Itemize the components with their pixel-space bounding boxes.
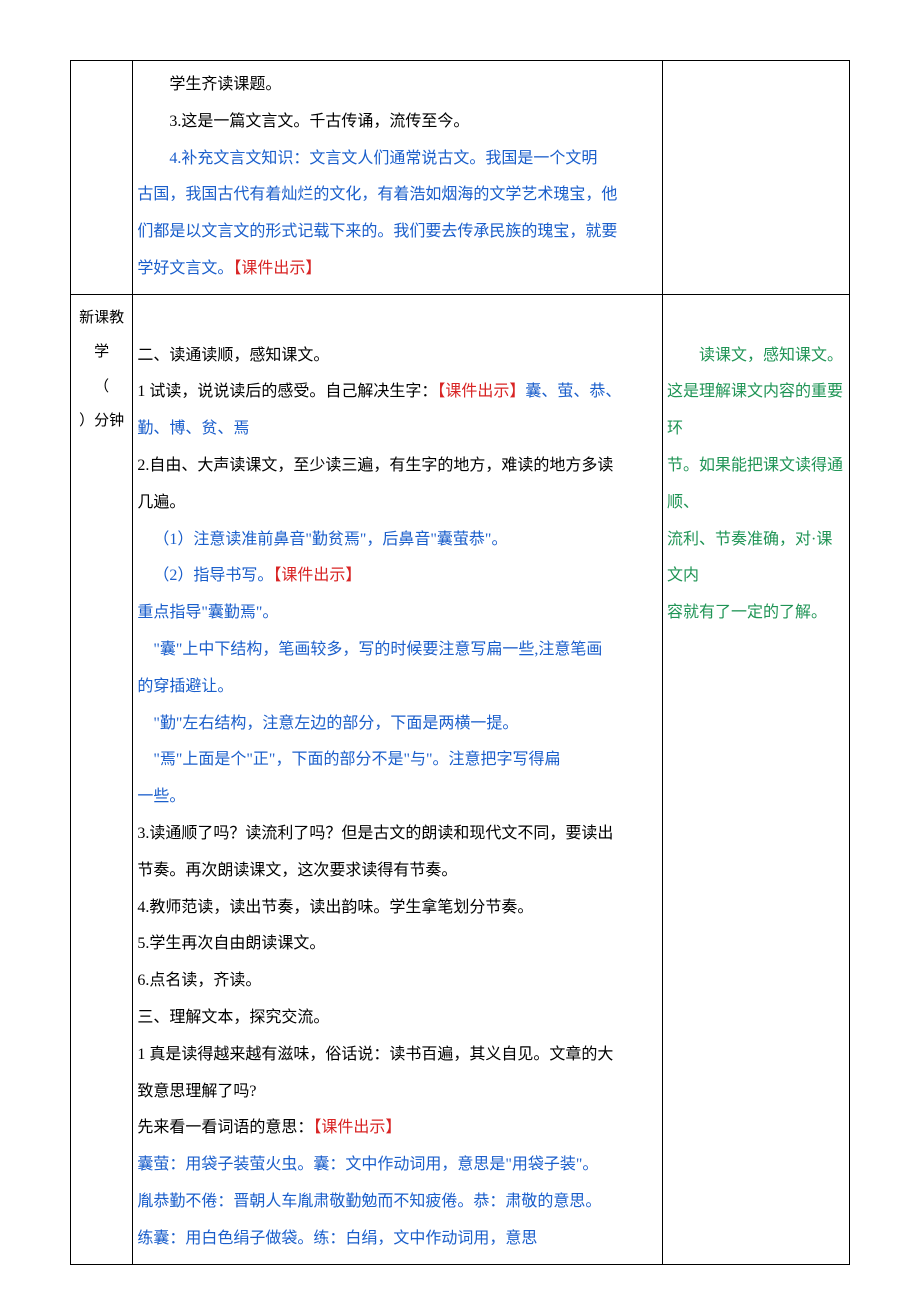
s2-qin: "勤"左右结构，注意左边的部分，下面是两横一提。 [137,706,658,743]
row1-main-cell: 学生齐读课题。 3.这是一篇文言文。千古传诵，流传至今。 4.补充文言文知识：文… [133,61,663,295]
s2-1b: 勤、博、贫、焉 [137,411,658,448]
row1-note-cell [663,61,850,295]
s2-title: 二、读通读顺，感知课文。 [137,338,658,375]
row1-line3d-wrap: 学好文言文。【课件出示】 [137,251,658,288]
s2-5: 5.学生再次自由朗读课文。 [137,926,658,963]
s2-yan-b: 一些。 [137,779,658,816]
row1-tag: 【课件出示】 [233,260,321,277]
row1-line3c: 们都是以文言文的形式记载下来的。我们要去传承民族的瑰宝，就要 [137,214,658,251]
note-n1: 读课文，感知课文。 [667,338,845,375]
s3-w3: 练囊：用白色绢子做袋。练：白绢，文中作动词用，意思 [137,1221,658,1258]
s2-6: 6.点名读，齐读。 [137,963,658,1000]
s2-4: 4.教师范读，读出节奏，读出韵味。学生拿笔划分节奏。 [137,890,658,927]
row1-line1: 学生齐读课题。 [137,67,658,104]
s2-2-p1: （1）注意读准前鼻音"勤贫焉"，后鼻音"囊萤恭"。 [137,522,658,559]
row1-line3b: 古国，我国古代有着灿烂的文化，有着浩如烟海的文学艺术瑰宝，他 [137,177,658,214]
label-line-a: 新课教学 [75,301,128,370]
row2-label-cell: 新课教学 （ ）分钟 [71,294,133,1264]
s2-key: 重点指导"囊勤焉"。 [137,595,658,632]
s3-2a-wrap: 先来看一看词语的意思：【课件出示】 [137,1110,658,1147]
s2-2a: 2.自由、大声读课文，至少读三遍，有生字的地方，难读的地方多读 [137,448,658,485]
s2-1a-end: 囊、萤、恭、 [525,383,621,400]
s2-yan-a: "焉"上面是个"正"，下面的部分不是"与"。注意把字写得扁 [137,742,658,779]
note-n2a: 这是理解课文内容的重要环 [667,374,845,448]
s2-1a: 1 试读，说说读后的感受。自己解决生字： [137,383,437,400]
s3-1a: 1 真是读得越来越有滋味，俗话说：读书百遍，其义自见。文章的大 [137,1037,658,1074]
note-n2c: 流利、节奏准确，对·课文内 [667,522,845,596]
note-n2b: 节。如果能把课文读得通顺、 [667,448,845,522]
s3-2a-tag: 【课件出示】 [313,1119,401,1136]
s3-w2: 胤恭勤不倦：晋朝人车胤肃敬勤勉而不知疲倦。恭：肃敬的意思。 [137,1184,658,1221]
label-line-c: ）分钟 [75,404,128,439]
row-lower: 新课教学 （ ）分钟 二、读通读顺，感知课文。 1 试读，说说读后的感受。自己解… [71,294,850,1264]
label-line-b: （ [75,370,128,405]
s3-2a: 先来看一看词语的意思： [137,1119,313,1136]
s2-2b: 几遍。 [137,485,658,522]
s3-w1: 囊萤：用袋子装萤火虫。囊：文中作动词用，意思是"用袋子装"。 [137,1147,658,1184]
s3-title: 三、理解文本，探究交流。 [137,1000,658,1037]
row1-label-cell [71,61,133,295]
row1-line3a: 4.补充文言文知识：文言文人们通常说古文。我国是一个文明 [137,141,658,178]
s2-2-p2-wrap: （2）指导书写。【课件出示】 [137,558,658,595]
s2-1a-tag: 【课件出示】 [437,383,525,400]
row-upper: 学生齐读课题。 3.这是一篇文言文。千古传诵，流传至今。 4.补充文言文知识：文… [71,61,850,295]
s2-3b: 节奏。再次朗读课文，这次要求读得有节奏。 [137,853,658,890]
note-n2d: 容就有了一定的了解。 [667,595,845,632]
s3-1b: 致意思理解了吗? [137,1074,658,1111]
s2-2-p2a: （2）指导书写。 [153,567,273,584]
row2-main-cell: 二、读通读顺，感知课文。 1 试读，说说读后的感受。自己解决生字：【课件出示】囊… [133,294,663,1264]
row1-line3d: 学好文言文。 [137,260,233,277]
s2-3a: 3.读通顺了吗？读流利了吗？但是古文的朗读和现代文不同，要读出 [137,816,658,853]
s2-nang-b: 的穿插避让。 [137,669,658,706]
document-table: 学生齐读课题。 3.这是一篇文言文。千古传诵，流传至今。 4.补充文言文知识：文… [70,60,850,1265]
s2-1a-wrap: 1 试读，说说读后的感受。自己解决生字：【课件出示】囊、萤、恭、 [137,374,658,411]
s2-2-p2a-tag: 【课件出示】 [273,567,361,584]
row2-note-cell: 读课文，感知课文。 这是理解课文内容的重要环 节。如果能把课文读得通顺、 流利、… [663,294,850,1264]
row1-line2: 3.这是一篇文言文。千古传诵，流传至今。 [137,104,658,141]
s2-nang-a: "囊"上中下结构，笔画较多，写的时候要注意写扁一些,注意笔画 [137,632,658,669]
